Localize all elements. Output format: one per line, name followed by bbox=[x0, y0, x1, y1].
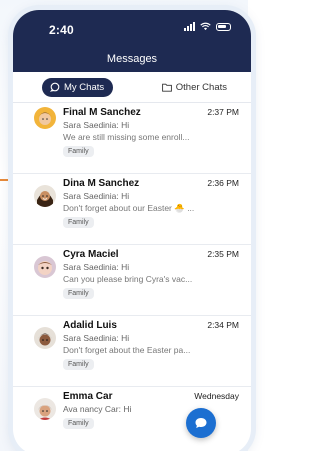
avatar bbox=[34, 185, 56, 207]
tab-other-chats[interactable]: Other Chats bbox=[161, 81, 227, 93]
page-title: Messages bbox=[106, 53, 158, 65]
chat-sender: Sara Saedinia: Hi bbox=[63, 191, 130, 201]
avatar bbox=[34, 327, 56, 349]
chat-tag: Family bbox=[63, 418, 94, 429]
battery-icon bbox=[216, 22, 231, 31]
chat-item[interactable]: Final M Sanchez 2:37 PM Sara Saedinia: H… bbox=[13, 103, 251, 174]
avatar bbox=[34, 256, 56, 278]
wifi-icon bbox=[200, 22, 211, 31]
chat-time: 2:35 PM bbox=[207, 249, 239, 259]
tab-my-chats-label: My Chats bbox=[64, 81, 105, 93]
tab-my-chats[interactable]: My Chats bbox=[42, 77, 114, 97]
chat-tag: Family bbox=[63, 288, 94, 299]
chat-list: Final M Sanchez 2:37 PM Sara Saedinia: H… bbox=[13, 103, 251, 451]
chat-bubble-icon bbox=[50, 82, 60, 92]
chat-name: Final M Sanchez bbox=[63, 107, 141, 118]
chat-name: Adalid Luis bbox=[63, 320, 117, 331]
chat-time: Wednesday bbox=[194, 391, 239, 401]
chat-tag: Family bbox=[63, 217, 94, 228]
chat-item[interactable]: Adalid Luis 2:34 PM Sara Saedinia: Hi Do… bbox=[13, 316, 251, 387]
avatar bbox=[34, 107, 56, 129]
chat-preview: Don't forget about the Easter pa... bbox=[63, 345, 191, 355]
chat-bubble-icon bbox=[195, 418, 207, 428]
chat-tag: Family bbox=[63, 359, 94, 370]
chat-sender: Ava nancy Car: Hi bbox=[63, 404, 132, 414]
chat-tag: Family bbox=[63, 146, 94, 157]
chat-item[interactable]: Cyra Maciel 2:35 PM Sara Saedinia: Hi Ca… bbox=[13, 245, 251, 316]
status-time: 2:40 bbox=[49, 23, 74, 37]
tab-other-chats-label: Other Chats bbox=[175, 81, 227, 93]
chat-tabs: My Chats Other Chats bbox=[13, 72, 251, 103]
chat-sender: Sara Saedinia: Hi bbox=[63, 120, 130, 130]
chat-preview: Can you please bring Cyra's vac... bbox=[63, 274, 193, 284]
chat-name: Emma Car bbox=[63, 391, 113, 402]
chat-time: 2:37 PM bbox=[207, 107, 239, 117]
chat-name: Dina M Sanchez bbox=[63, 178, 140, 189]
chat-item[interactable]: Dina M Sanchez 2:36 PM Sara Saedinia: Hi… bbox=[13, 174, 251, 245]
chat-time: 2:34 PM bbox=[207, 320, 239, 330]
chat-preview: Don't forget about our Easter 🐣 ... bbox=[63, 203, 195, 213]
app-header: 2:40 Messages bbox=[13, 10, 251, 72]
chat-time: 2:36 PM bbox=[207, 178, 239, 188]
status-icons bbox=[184, 22, 231, 31]
chat-name: Cyra Maciel bbox=[63, 249, 119, 260]
chat-sender: Sara Saedinia: Hi bbox=[63, 333, 130, 343]
folder-icon bbox=[161, 83, 172, 92]
avatar bbox=[34, 398, 56, 420]
chat-preview: We are still missing some enroll... bbox=[63, 132, 190, 142]
chat-sender: Sara Saedinia: Hi bbox=[63, 262, 130, 272]
signal-icon bbox=[184, 22, 195, 31]
new-chat-button[interactable] bbox=[186, 408, 216, 438]
phone-frame: 2:40 Messages My Chats Other Chats Final… bbox=[13, 10, 251, 451]
